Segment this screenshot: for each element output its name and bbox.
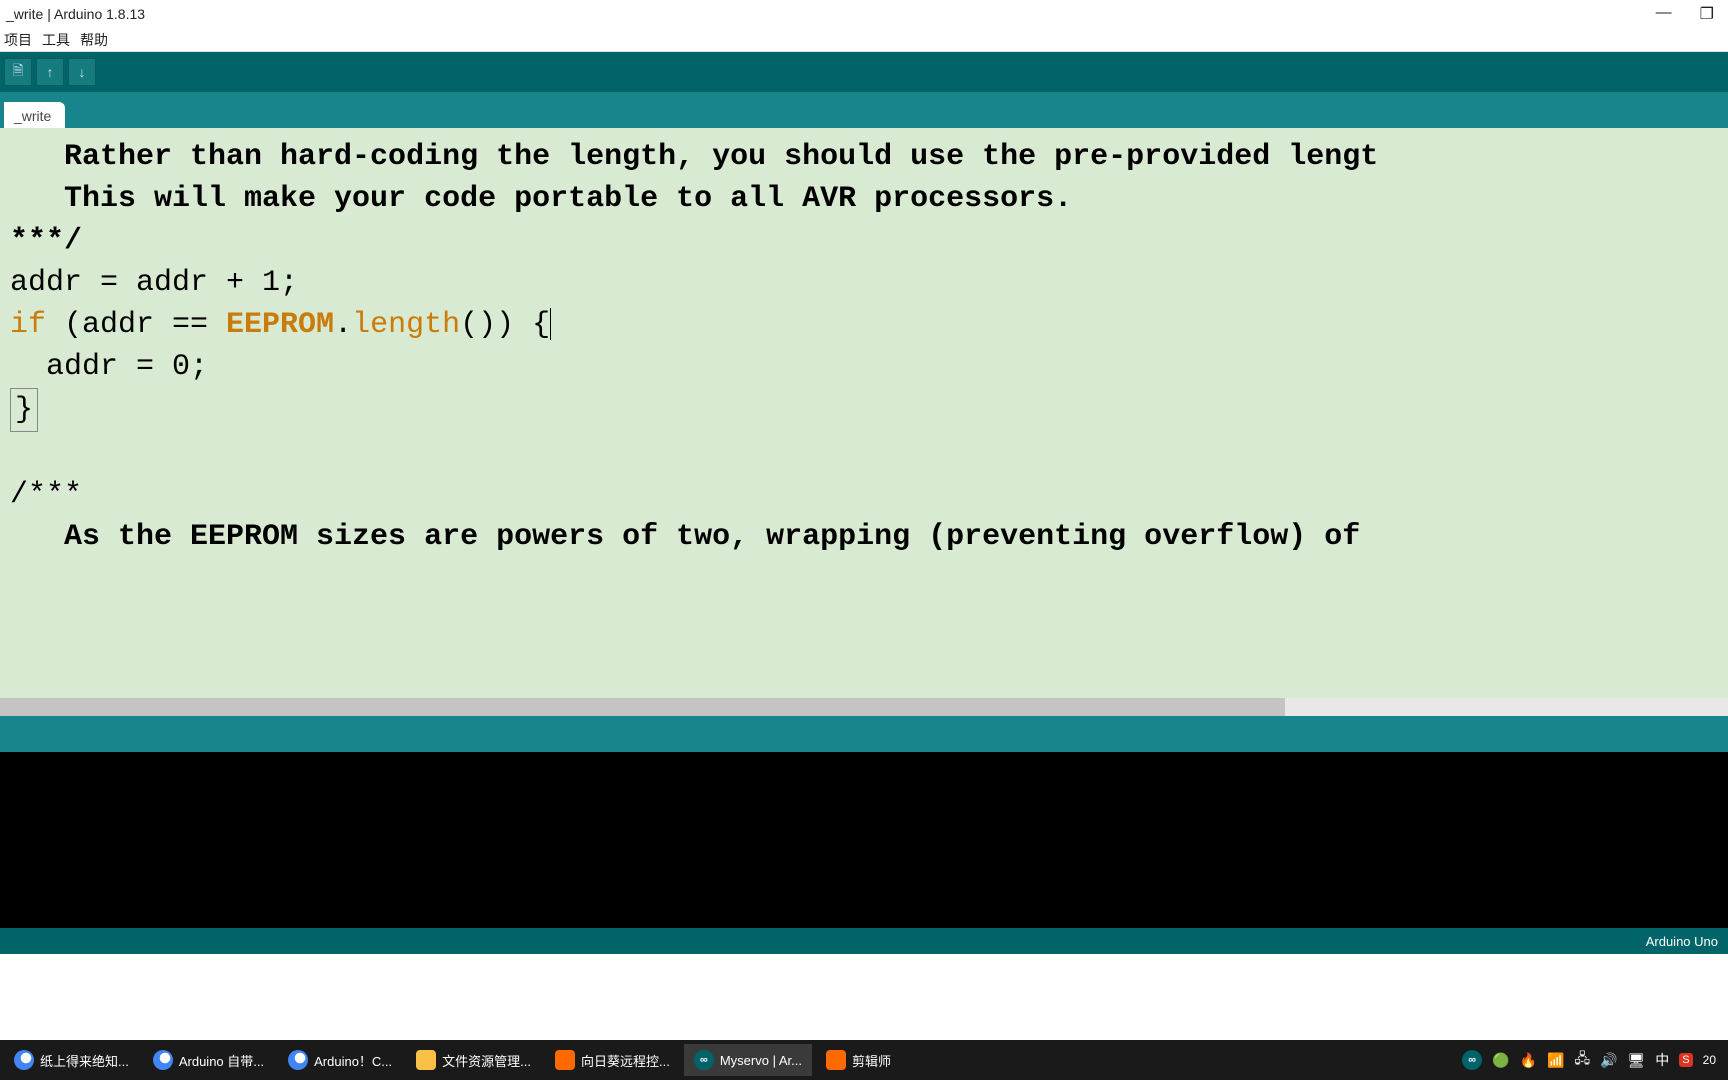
tray-icon[interactable]: S	[1679, 1053, 1692, 1067]
code-line: As the EEPROM sizes are powers of two, w…	[10, 520, 1360, 554]
tray-net-icon[interactable]: 🖧	[1574, 1048, 1590, 1072]
task-chrome-2[interactable]: Arduino 自带...	[143, 1044, 274, 1076]
task-chrome-1[interactable]: 纸上得来绝知...	[4, 1044, 139, 1076]
task-label: Myservo | Ar...	[720, 1053, 802, 1068]
sunlogin-icon	[555, 1050, 575, 1070]
file-icon: 🗎	[12, 60, 23, 84]
scrollbar-thumb[interactable]	[0, 698, 1285, 716]
tray-sound-icon[interactable]: 🔊	[1600, 1052, 1617, 1069]
download-button[interactable]: ↓	[68, 58, 96, 86]
task-explorer[interactable]: 文件资源管理...	[406, 1044, 541, 1076]
tray-icon[interactable]: 🖥	[1628, 1052, 1646, 1069]
down-arrow-icon: ↓	[79, 64, 86, 80]
code-dot: .	[334, 308, 352, 342]
h-scrollbar[interactable]	[0, 698, 1728, 716]
code-line: /***	[10, 478, 82, 512]
win-controls: — ❐	[1656, 4, 1724, 24]
chrome-icon	[153, 1050, 173, 1070]
code-line	[10, 436, 28, 470]
title-bar: _write | Arduino 1.8.13 — ❐	[0, 0, 1728, 28]
editor-icon	[826, 1050, 846, 1070]
task-sunlogin[interactable]: 向日葵远程控...	[545, 1044, 680, 1076]
tab-bar: _write	[0, 92, 1728, 128]
chrome-icon	[14, 1050, 34, 1070]
task-arduino[interactable]: ∞ Myservo | Ar...	[684, 1044, 812, 1076]
upload-button[interactable]: ↑	[36, 58, 64, 86]
tray-clock[interactable]: 20	[1703, 1054, 1716, 1066]
task-label: 纸上得来绝知...	[40, 1051, 129, 1070]
code-line: addr = addr + 1;	[10, 266, 298, 300]
maximize-icon[interactable]: ❐	[1700, 4, 1714, 24]
cursor-icon	[550, 308, 551, 340]
board-label: Arduino Uno	[1646, 934, 1718, 949]
code-line: addr = 0;	[10, 350, 208, 384]
up-arrow-icon: ↑	[47, 64, 54, 80]
task-label: 剪辑师	[852, 1051, 891, 1070]
tray-arduino-icon[interactable]: ∞	[1462, 1050, 1482, 1070]
status-bar	[0, 716, 1728, 752]
code-editor[interactable]: Rather than hard-coding the length, you …	[0, 128, 1728, 698]
output-console[interactable]	[0, 752, 1728, 928]
footer: Arduino Uno	[0, 928, 1728, 954]
task-label: 文件资源管理...	[442, 1051, 531, 1070]
code-line: ***/	[10, 224, 82, 258]
tab-write[interactable]: _write	[4, 102, 65, 128]
task-editor[interactable]: 剪辑师	[816, 1044, 901, 1076]
toolbar: 🗎 ↑ ↓	[0, 52, 1728, 92]
code-keyword: if	[10, 308, 46, 342]
tray-ime[interactable]: 中	[1655, 1050, 1669, 1070]
code-method: length	[352, 308, 460, 342]
code-text: ()) {	[460, 308, 550, 342]
task-label: 向日葵远程控...	[581, 1051, 670, 1070]
menu-tools[interactable]: 工具	[40, 30, 72, 50]
system-tray: ∞ 🟢 🔥 📶 🖧 🔊 🖥 中 S 20	[1462, 1048, 1724, 1072]
task-label: Arduino 自带...	[179, 1051, 264, 1070]
arduino-icon: ∞	[694, 1050, 714, 1070]
minimize-icon[interactable]: —	[1656, 4, 1672, 24]
folder-icon	[416, 1050, 436, 1070]
chrome-icon	[288, 1050, 308, 1070]
task-chrome-3[interactable]: Arduino！C...	[278, 1044, 402, 1076]
code-line: Rather than hard-coding the length, you …	[10, 140, 1378, 174]
tray-icon[interactable]: 🟢	[1492, 1052, 1509, 1069]
new-file-button[interactable]: 🗎	[4, 58, 32, 86]
code-brace: }	[10, 388, 38, 432]
code-text: (addr ==	[46, 308, 226, 342]
tray-icon[interactable]: 🔥	[1520, 1052, 1537, 1069]
code-line: This will make your code portable to all…	[10, 182, 1072, 216]
window-title: _write | Arduino 1.8.13	[4, 6, 1656, 22]
taskbar: 纸上得来绝知... Arduino 自带... Arduino！C... 文件资…	[0, 1040, 1728, 1080]
menu-help[interactable]: 帮助	[78, 30, 110, 50]
menu-project[interactable]: 项目	[2, 30, 34, 50]
code-class: EEPROM	[226, 308, 334, 342]
tray-icon[interactable]: 📶	[1547, 1052, 1564, 1069]
task-label: Arduino！C...	[314, 1051, 392, 1070]
menu-bar: 项目 工具 帮助	[0, 28, 1728, 52]
